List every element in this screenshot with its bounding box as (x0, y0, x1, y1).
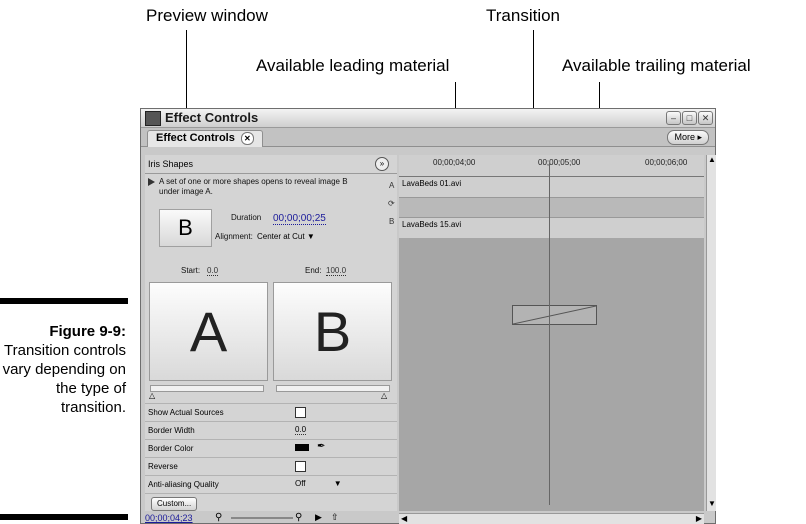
figure-caption-text: Transition controls vary depending on th… (2, 342, 126, 416)
start-preview-letter: A (189, 300, 228, 363)
end-preview-letter: B (313, 300, 352, 363)
clip-b-track[interactable]: LavaBeds 15.avi (399, 218, 704, 238)
effect-settings-panel: Iris Shapes » A set of one or more shape… (145, 155, 397, 511)
clip-a-name: LavaBeds 01.avi (402, 179, 462, 188)
more-button[interactable]: More ▸ (667, 130, 709, 145)
horizontal-scrollbar[interactable]: ◀ ▶ (399, 513, 704, 524)
maximize-button[interactable]: □ (682, 111, 697, 125)
callout-preview-window: Preview window (146, 6, 268, 25)
reverse-checkbox[interactable] (295, 461, 306, 472)
scroll-left-icon[interactable]: ◀ (401, 514, 407, 523)
show-sources-checkbox[interactable] (295, 407, 306, 418)
minimize-button[interactable]: – (666, 111, 681, 125)
scroll-right-icon[interactable]: ▶ (696, 514, 702, 523)
prop-reverse: Reverse (145, 457, 397, 475)
effect-header: Iris Shapes » (145, 157, 397, 174)
callout-transition: Transition (486, 6, 561, 25)
prop-border-width: Border Width 0.0 (145, 421, 397, 439)
figure-caption: Figure 9-9: Transition controls vary dep… (0, 322, 126, 417)
custom-button[interactable]: Custom... (151, 497, 198, 511)
thumbnail-letter: B (178, 215, 193, 240)
scroll-up-icon[interactable]: ▲ (708, 155, 716, 164)
tab-label: Effect Controls (156, 132, 235, 144)
effect-name: Iris Shapes (148, 159, 194, 169)
swap-sides-icon[interactable]: ⟳ (388, 199, 395, 208)
border-color-swatch[interactable] (295, 444, 309, 451)
transition-thumbnail: B (159, 209, 212, 247)
anti-aliasing-label: Anti-aliasing Quality (148, 480, 219, 489)
duration-label: Duration (231, 213, 262, 222)
border-color-label: Border Color (148, 444, 194, 453)
effect-description: A set of one or more shapes opens to rev… (159, 177, 348, 196)
chevron-down-icon: ▼ (333, 479, 342, 488)
playhead[interactable] (549, 163, 550, 505)
clip-a-track[interactable]: LavaBeds 01.avi (399, 177, 704, 198)
chevron-down-icon: ▼ (306, 232, 315, 241)
prop-anti-aliasing: Anti-aliasing Quality Off ▼ (145, 475, 397, 493)
play-transition-icon[interactable] (148, 178, 155, 186)
play-icon[interactable]: ▶ (315, 512, 322, 523)
current-timecode[interactable]: 00;00;04;23 (145, 513, 193, 523)
callout-trailing: Available trailing material (562, 56, 751, 75)
transition-track (399, 198, 704, 218)
zoom-slider[interactable] (231, 517, 293, 519)
effect-controls-window: Effect Controls – □ ✕ Effect Controls ✕ M… (140, 108, 716, 524)
callout-leading: Available leading material (256, 56, 450, 75)
alignment-label: Alignment: (215, 232, 253, 241)
figure-label: Figure 9-9: (49, 323, 126, 340)
start-value[interactable]: 0.0 (207, 266, 219, 276)
tab-close-icon[interactable]: ✕ (240, 131, 254, 145)
alignment-value: Center at Cut (257, 232, 305, 241)
ruler-tick: 00;00;05;00 (538, 158, 581, 167)
window-title: Effect Controls (165, 110, 259, 125)
clip-b-name: LavaBeds 15.avi (402, 220, 462, 229)
start-label: Start: (181, 266, 201, 275)
close-button[interactable]: ✕ (698, 111, 713, 125)
timeline-panel: 00;00;04;00 00;00;05;00 00;00;06;00 Lava… (399, 155, 704, 511)
prop-custom: Custom... (145, 493, 397, 511)
duration-value[interactable]: 00;00;00;25 (273, 213, 326, 225)
end-slider-handle-icon[interactable]: △ (381, 391, 387, 400)
end-slider[interactable] (276, 385, 390, 392)
caption-bar-top (0, 298, 128, 304)
vertical-scrollbar[interactable]: ▲ ▼ (706, 155, 716, 511)
zoom-out-icon[interactable]: ⚲ (215, 512, 222, 523)
eyedropper-icon[interactable]: ✒ (317, 441, 325, 452)
tab-row: Effect Controls ✕ More ▸ (141, 128, 715, 147)
border-width-value[interactable]: 0.0 (295, 425, 307, 435)
start-preview: A (149, 282, 268, 381)
app-icon (145, 111, 161, 126)
show-sources-label: Show Actual Sources (148, 408, 224, 417)
zoom-in-icon[interactable]: ⚲ (295, 512, 302, 523)
ruler-tick: 00;00;04;00 (433, 158, 476, 167)
border-width-label: Border Width (148, 426, 195, 435)
transition-block[interactable] (512, 305, 597, 325)
caption-bar-bottom (0, 514, 128, 520)
title-bar: Effect Controls – □ ✕ (141, 109, 715, 128)
start-slider-handle-icon[interactable]: △ (149, 391, 155, 400)
side-b-label[interactable]: B (389, 217, 394, 226)
end-value[interactable]: 100.0 (326, 266, 347, 276)
prop-border-color: Border Color ✒ (145, 439, 397, 457)
ruler-tick: 00;00;06;00 (645, 158, 688, 167)
time-ruler[interactable]: 00;00;04;00 00;00;05;00 00;00;06;00 (399, 155, 704, 177)
scroll-down-icon[interactable]: ▼ (708, 499, 716, 508)
end-preview: B (273, 282, 392, 381)
reverse-label: Reverse (148, 462, 178, 471)
anti-aliasing-dropdown[interactable]: Off ▼ (295, 479, 342, 488)
start-slider[interactable] (150, 385, 264, 392)
side-a-label[interactable]: A (389, 181, 394, 190)
anti-aliasing-value: Off (295, 479, 306, 488)
export-icon[interactable]: ⇧ (331, 512, 339, 523)
prop-show-sources: Show Actual Sources (145, 403, 397, 421)
tab-effect-controls[interactable]: Effect Controls ✕ (147, 130, 263, 147)
show-timeline-icon[interactable]: » (375, 157, 389, 171)
end-label: End: (305, 266, 322, 275)
alignment-dropdown[interactable]: Center at Cut ▼ (257, 232, 315, 241)
